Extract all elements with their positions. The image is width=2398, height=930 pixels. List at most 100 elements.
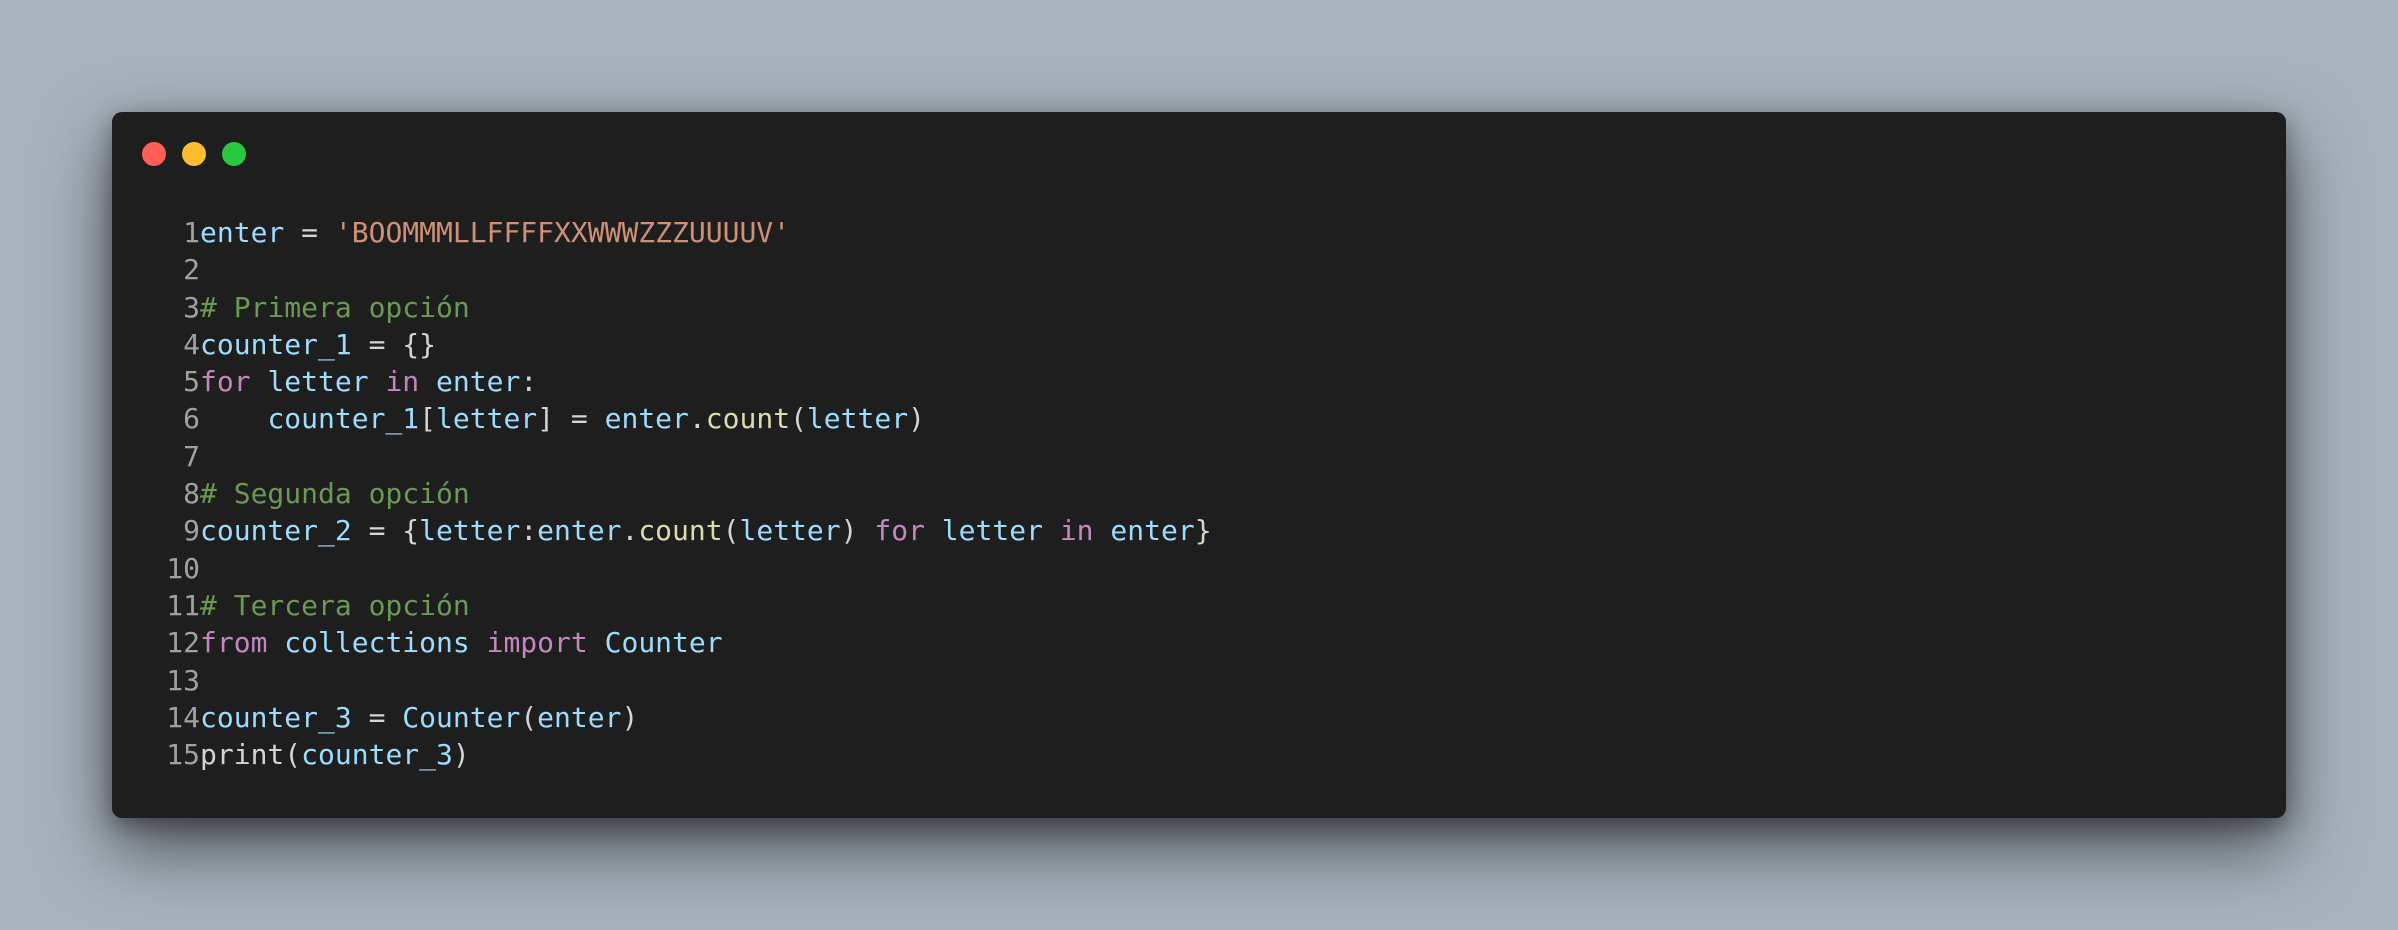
code-line: 4 counter_1 = {} <box>146 326 1212 363</box>
minimize-window-button[interactable] <box>182 142 206 166</box>
code-token: letter <box>267 365 369 399</box>
code-token: in <box>1059 514 1094 548</box>
code-token: ) <box>840 514 875 548</box>
code-token: count <box>638 514 723 548</box>
code-token: = <box>284 216 335 249</box>
code-token: = { <box>351 514 420 548</box>
code-token: letter <box>739 514 841 548</box>
code-token: ) <box>621 700 639 734</box>
code-token: counter_1 <box>200 327 352 361</box>
code-token: from <box>200 626 268 660</box>
code-token: enter <box>604 402 689 436</box>
line-content: counter_1 = {} <box>200 326 436 363</box>
code-line: 13 <box>146 662 1212 699</box>
code-token: counter_1 <box>267 402 420 436</box>
code-token: : <box>520 365 538 399</box>
code-token: [ <box>419 402 437 436</box>
line-number: 9 <box>183 514 200 548</box>
line-content: counter_2 = {letter:enter.count(letter) … <box>200 512 1212 549</box>
code-token: ] = <box>537 402 605 436</box>
code-line: 8 # Segunda opción <box>146 475 1212 512</box>
code-token: ) <box>452 738 470 772</box>
code-token: in <box>385 365 420 399</box>
line-number: 7 <box>183 439 200 473</box>
code-token: ) <box>908 402 925 436</box>
code-token: = <box>351 700 403 734</box>
code-token: ( <box>284 738 302 772</box>
code-token: enter <box>200 216 285 249</box>
code-line: 2 <box>146 251 1212 288</box>
code-line: 7 <box>146 438 1212 475</box>
code-token: = {} <box>351 327 437 361</box>
code-line: 10 <box>146 550 1212 587</box>
line-number: 2 <box>183 253 200 287</box>
code-token: print <box>200 738 285 772</box>
line-number: 1 <box>183 216 200 249</box>
code-token: for <box>200 365 251 399</box>
code-token: } <box>1194 514 1212 548</box>
code-token: enter <box>537 700 622 734</box>
code-token: collections <box>284 626 470 660</box>
code-token: ( <box>790 402 807 436</box>
line-content: enter = 'BOOMMMLLFFFFXXWWWZZZUUUUV' <box>200 214 790 251</box>
line-number: 13 <box>166 663 200 697</box>
line-number: 4 <box>183 327 200 361</box>
line-number: 15 <box>166 738 200 772</box>
code-token: counter_3 <box>200 700 352 734</box>
code-token: count <box>705 402 791 436</box>
code-token: : <box>520 514 538 548</box>
line-number: 11 <box>166 588 200 622</box>
code-line: 15 print(counter_3) <box>146 736 1212 773</box>
code-window: 1 enter = 'BOOMMMLLFFFFXXWWWZZZUUUUV' 2 3 # … <box>112 112 2286 818</box>
line-content: # Tercera opción <box>200 587 470 624</box>
code-token: . <box>688 402 706 436</box>
code-token: import <box>486 626 588 660</box>
maximize-window-button[interactable] <box>222 142 246 166</box>
line-content: # Primera opción <box>200 289 470 326</box>
code-token: . <box>621 514 639 548</box>
code-token: # Primera opción <box>200 290 470 324</box>
code-token: letter <box>941 514 1043 548</box>
close-window-button[interactable] <box>142 142 166 166</box>
line-number: 3 <box>183 290 200 324</box>
code-token: letter <box>806 402 909 436</box>
line-content: for letter in enter: <box>200 363 537 400</box>
code-token: 'BOOMMMLLFFFFXXWWWZZZUUUUV' <box>334 216 791 249</box>
line-number: 12 <box>166 626 200 660</box>
code-token: enter <box>436 365 521 399</box>
code-token: Counter <box>604 626 723 660</box>
code-token: enter <box>537 514 622 548</box>
line-content: from collections import Counter <box>200 624 723 661</box>
code-token: counter_2 <box>200 514 352 548</box>
code-token: letter <box>436 402 538 436</box>
code-editor: 1 enter = 'BOOMMMLLFFFFXXWWWZZZUUUUV' 2 3 # … <box>146 214 1212 773</box>
code-token: ( <box>722 514 740 548</box>
code-token: # Tercera opción <box>200 588 470 622</box>
line-number: 6 <box>183 402 200 436</box>
code-token: counter_3 <box>301 738 453 772</box>
code-token: ( <box>520 700 538 734</box>
line-content: # Segunda opción <box>200 475 470 512</box>
code-token: letter <box>419 514 521 548</box>
code-line: 9 counter_2 = {letter:enter.count(letter)… <box>146 512 1212 549</box>
code-token: Counter <box>402 700 521 734</box>
code-line: 5 for letter in enter: <box>146 363 1212 400</box>
line-content: print(counter_3) <box>200 736 470 773</box>
line-number: 10 <box>166 551 200 585</box>
line-number: 5 <box>183 365 200 399</box>
window-controls <box>142 142 246 166</box>
code-token: for <box>874 514 925 548</box>
code-line: 6 counter_1[letter] = enter.count(letter… <box>146 400 1212 437</box>
line-content: counter_3 = Counter(enter) <box>200 699 638 736</box>
code-line: 1 enter = 'BOOMMMLLFFFFXXWWWZZZUUUUV' <box>146 214 1212 251</box>
